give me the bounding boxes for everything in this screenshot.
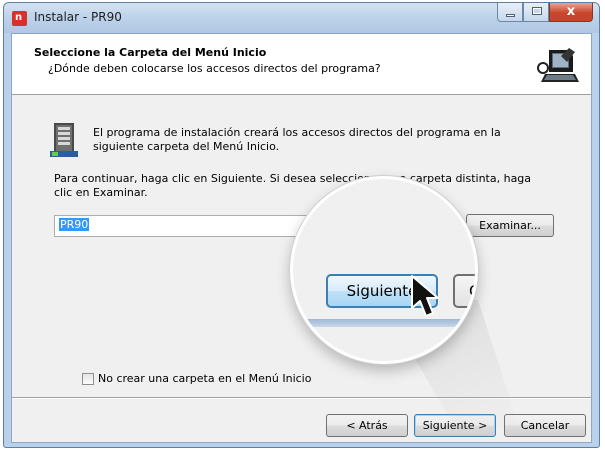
caption-buttons: x <box>497 3 593 23</box>
no-folder-label: No crear una carpeta en el Menú Inicio <box>98 372 312 385</box>
maximize-icon <box>532 7 542 15</box>
browse-button[interactable]: Examinar... <box>466 214 554 237</box>
app-icon: n <box>12 11 27 26</box>
close-icon: x <box>566 4 576 19</box>
maximize-button[interactable] <box>523 3 549 22</box>
page-title: Seleccione la Carpeta del Menú Inicio <box>34 46 267 59</box>
magnified-cancel-button: C <box>453 274 475 308</box>
minimize-button[interactable] <box>497 3 523 22</box>
info-text: El programa de instalación creará los ac… <box>93 126 501 153</box>
no-folder-checkbox[interactable] <box>82 372 94 385</box>
magnifier-callout: Siguiente C <box>290 176 478 364</box>
page-subtitle: ¿Dónde deben colocarse los accesos direc… <box>48 62 381 75</box>
title-bar[interactable]: n Instalar - PR90 x <box>4 3 599 33</box>
wizard-header: Seleccione la Carpeta del Menú Inicio ¿D… <box>12 34 591 95</box>
minimize-icon <box>506 14 515 17</box>
start-menu-folder-icon <box>50 123 78 159</box>
mouse-pointer-icon <box>408 274 448 322</box>
no-folder-checkbox-row[interactable]: No crear una carpeta en el Menú Inicio <box>82 372 311 385</box>
window-title: Instalar - PR90 <box>34 10 122 24</box>
back-button[interactable]: < Atrás <box>326 414 408 437</box>
instruction-text: Para continuar, haga clic en Siguiente. … <box>54 172 532 199</box>
close-button[interactable]: x <box>549 3 593 22</box>
folder-input-value: PR90 <box>59 218 90 231</box>
computer-installer-icon <box>535 42 583 90</box>
